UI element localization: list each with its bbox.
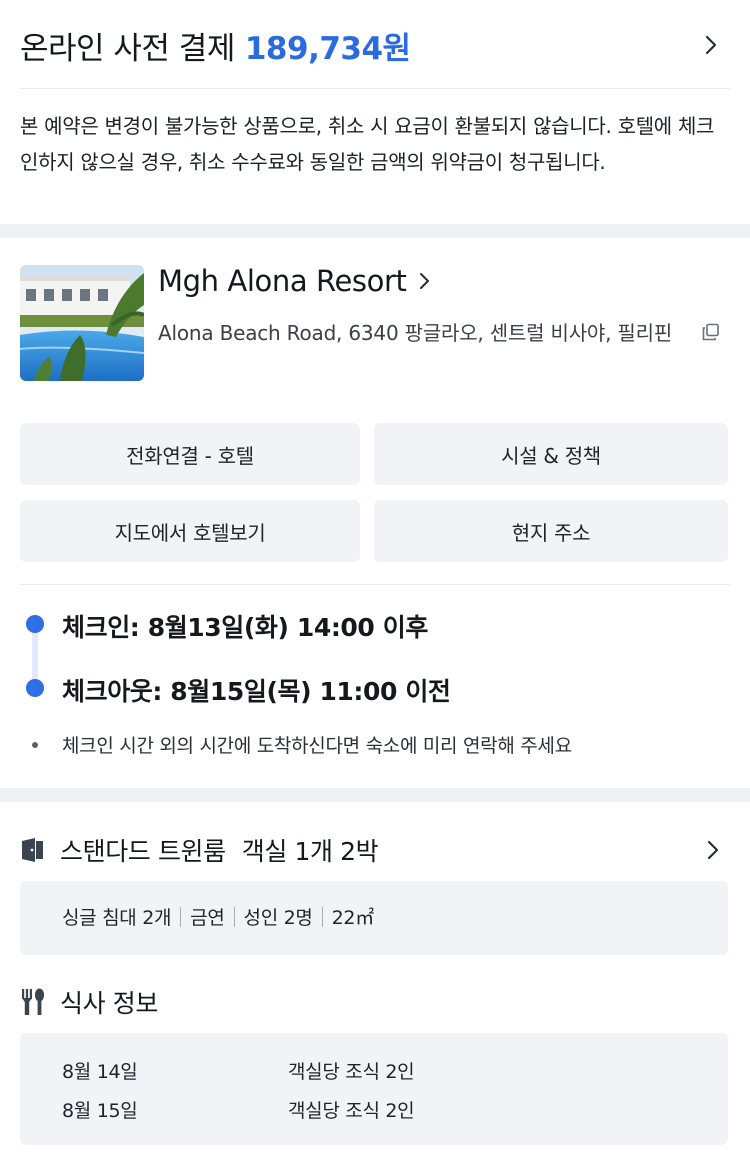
- divider: [20, 88, 730, 89]
- meal-date: 8월 14일: [62, 1061, 138, 1083]
- room-specs: 싱글 침대 2개 금연 성인 2명 22㎡: [62, 903, 374, 930]
- meal-date: 8월 15일: [62, 1100, 138, 1122]
- checkin-dot: [26, 615, 44, 633]
- size-spec: 22㎡: [331, 907, 375, 929]
- section-divider: [0, 224, 750, 238]
- checkout-text: 체크아웃: 8월15일(목) 11:00 이전: [62, 677, 451, 706]
- refund-notice: 본 예약은 변경이 불가능한 상품으로, 취소 시 요금이 환불되지 않습니다.…: [20, 114, 715, 174]
- meal-desc: 객실당 조식 2인: [288, 1100, 415, 1122]
- hotel-name: Mgh Alona Resort: [158, 264, 407, 298]
- chevron-right-icon[interactable]: [698, 32, 724, 58]
- bed-spec: 싱글 침대 2개: [62, 907, 172, 929]
- divider: [20, 584, 730, 585]
- meal-title: 식사 정보: [60, 989, 158, 1018]
- room-summary: 객실 1개 2박: [241, 837, 379, 866]
- view-map-button[interactable]: 지도에서 호텔보기: [20, 500, 360, 562]
- hotel-address: Alona Beach Road, 6340 팡글라오, 센트럴 비사야, 필리…: [158, 321, 673, 345]
- room-name: 스탠다드 트윈룸: [60, 837, 226, 866]
- payment-header[interactable]: 온라인 사전 결제 189,734원: [20, 20, 730, 70]
- call-hotel-button[interactable]: 전화연결 - 호텔: [20, 423, 360, 485]
- chevron-right-icon[interactable]: [702, 838, 724, 862]
- checkout-dot: [26, 679, 44, 697]
- section-divider: [0, 788, 750, 802]
- guest-spec: 성인 2명: [243, 907, 313, 929]
- utensils-icon: [22, 988, 45, 1015]
- payment-amount: 189,734원: [244, 30, 411, 67]
- room-specs-box: 싱글 침대 2개 금연 성인 2명 22㎡: [20, 881, 728, 955]
- room-header[interactable]: 스탠다드 트윈룸 객실 1개 2박: [20, 831, 730, 869]
- hotel-photo[interactable]: [20, 265, 144, 381]
- facilities-policy-button[interactable]: 시설 & 정책: [374, 423, 728, 485]
- separator: [233, 906, 235, 927]
- smoking-spec: 금연: [190, 907, 225, 929]
- separator: [321, 906, 323, 927]
- payment-title: 온라인 사전 결제: [20, 30, 235, 67]
- copy-icon[interactable]: [702, 323, 720, 341]
- local-address-button[interactable]: 현지 주소: [374, 500, 728, 562]
- door-icon: [22, 838, 43, 862]
- separator: [180, 906, 182, 927]
- hotel-name-link[interactable]: Mgh Alona Resort: [158, 264, 434, 298]
- meal-header: 식사 정보: [20, 983, 158, 1021]
- arrival-note: 체크인 시간 외의 시간에 도착하신다면 숙소에 미리 연락해 주세요: [62, 735, 572, 757]
- checkin-text: 체크인: 8월13일(화) 14:00 이후: [62, 613, 428, 642]
- meal-desc: 객실당 조식 2인: [288, 1061, 415, 1083]
- chevron-right-icon: [420, 273, 430, 289]
- meal-box: 8월 14일 객실당 조식 2인 8월 15일 객실당 조식 2인: [20, 1033, 728, 1145]
- bullet: [32, 742, 38, 748]
